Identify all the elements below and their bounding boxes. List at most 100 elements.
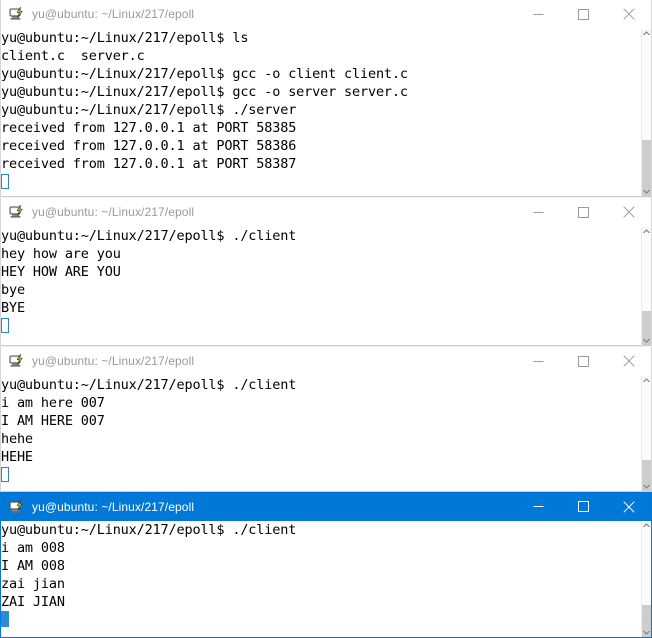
terminal-prompt-line[interactable]: [1, 611, 641, 629]
window-title: yu@ubuntu: ~/Linux/217/epoll: [32, 499, 195, 514]
window-client-2[interactable]: yu@ubuntu: ~/Linux/217/epoll yu@ubuntu:~/…: [0, 347, 652, 492]
maximize-icon: [578, 8, 589, 20]
terminal-line: yu@ubuntu:~/Linux/217/epoll$ ./client: [1, 522, 297, 538]
terminal-line: yu@ubuntu:~/Linux/217/epoll$ gcc -o clie…: [1, 66, 408, 82]
close-icon: [622, 206, 635, 218]
terminal-line: hey how are you: [1, 246, 121, 262]
terminal-body: yu@ubuntu:~/Linux/217/epoll$ ./client i a…: [1, 376, 651, 491]
titlebar[interactable]: yu@ubuntu: ~/Linux/217/epoll: [1, 0, 651, 29]
terminal-body: yu@ubuntu:~/Linux/217/epoll$ ./client i a…: [1, 521, 651, 637]
terminal-line: zai jian: [1, 576, 65, 592]
terminal-line: yu@ubuntu:~/Linux/217/epoll$ ./client: [1, 377, 297, 393]
putty-icon-glyph: [9, 353, 23, 367]
window-controls: [516, 0, 651, 29]
terminal-body: yu@ubuntu:~/Linux/217/epoll$ ./client hey…: [1, 227, 651, 345]
terminal-line: client.c server.c: [1, 48, 145, 64]
terminal-line: yu@ubuntu:~/Linux/217/epoll$ gcc -o serv…: [1, 84, 408, 100]
titlebar[interactable]: yu@ubuntu: ~/Linux/217/epoll: [1, 347, 651, 376]
minimize-icon: [533, 207, 544, 218]
maximize-icon: [578, 501, 589, 512]
close-button[interactable]: [606, 347, 651, 376]
window-title: yu@ubuntu: ~/Linux/217/epoll: [32, 7, 195, 21]
terminal-body: yu@ubuntu:~/Linux/217/epoll$ ls client.c …: [1, 29, 651, 196]
putty-icon-glyph: [9, 499, 23, 513]
terminal-line: I AM HERE 007: [1, 413, 105, 429]
scroll-down-arrow-icon[interactable]: [642, 187, 651, 196]
scrollbar-thumb[interactable]: [642, 233, 651, 311]
maximize-button[interactable]: [561, 198, 606, 227]
close-icon: [622, 500, 635, 513]
terminal-line: I AM 008: [1, 558, 65, 574]
scrollbar-thumb[interactable]: [642, 527, 651, 605]
putty-icon-glyph: [9, 6, 23, 20]
putty-icon: [9, 353, 25, 369]
window-title: yu@ubuntu: ~/Linux/217/epoll: [32, 354, 195, 368]
putty-icon: [9, 204, 25, 220]
terminal-prompt-line[interactable]: [1, 466, 641, 484]
maximize-icon: [578, 206, 589, 218]
window-client-1[interactable]: yu@ubuntu: ~/Linux/217/epoll yu@ubuntu:~/…: [0, 198, 652, 346]
putty-icon-glyph: [9, 204, 23, 218]
maximize-button[interactable]: [561, 0, 606, 29]
close-button[interactable]: [606, 492, 651, 521]
vertical-scrollbar[interactable]: [641, 521, 651, 637]
maximize-icon: [578, 355, 589, 367]
text-cursor: [1, 174, 9, 189]
titlebar[interactable]: yu@ubuntu: ~/Linux/217/epoll: [1, 198, 651, 227]
terminal-prompt-line[interactable]: [1, 173, 641, 191]
close-button[interactable]: [606, 0, 651, 29]
minimize-button[interactable]: [516, 492, 561, 521]
text-cursor: [1, 318, 9, 333]
putty-icon: [9, 6, 25, 22]
terminal-line: received from 127.0.0.1 at PORT 58387: [1, 156, 297, 172]
window-controls: [516, 492, 651, 521]
terminal-output[interactable]: yu@ubuntu:~/Linux/217/epoll$ ./client hey…: [1, 227, 641, 345]
terminal-line: received from 127.0.0.1 at PORT 58385: [1, 120, 297, 136]
text-cursor: [1, 467, 9, 482]
terminal-line: hehe: [1, 431, 33, 447]
close-button[interactable]: [606, 198, 651, 227]
window-controls: [516, 347, 651, 376]
scroll-down-arrow-icon[interactable]: [642, 628, 651, 637]
window-client-3[interactable]: yu@ubuntu: ~/Linux/217/epoll yu@ubuntu:~/…: [0, 492, 652, 638]
scroll-down-arrow-icon[interactable]: [642, 482, 651, 491]
terminal-output[interactable]: yu@ubuntu:~/Linux/217/epoll$ ./client i a…: [1, 521, 641, 637]
text-cursor: [1, 611, 9, 627]
terminal-output[interactable]: yu@ubuntu:~/Linux/217/epoll$ ls client.c …: [1, 29, 641, 196]
scroll-down-arrow-icon[interactable]: [642, 336, 651, 345]
minimize-icon: [533, 9, 544, 20]
terminal-line: yu@ubuntu:~/Linux/217/epoll$ ls: [1, 30, 249, 46]
maximize-button[interactable]: [561, 492, 606, 521]
minimize-icon: [533, 356, 544, 367]
putty-icon: [9, 499, 25, 515]
terminal-output[interactable]: yu@ubuntu:~/Linux/217/epoll$ ./client i a…: [1, 376, 641, 491]
maximize-button[interactable]: [561, 347, 606, 376]
terminal-line: BYE: [1, 300, 25, 316]
terminal-line: yu@ubuntu:~/Linux/217/epoll$ ./client: [1, 228, 297, 244]
minimize-icon: [533, 501, 544, 512]
terminal-line: HEY HOW ARE YOU: [1, 264, 121, 280]
minimize-button[interactable]: [516, 0, 561, 29]
terminal-line: ZAI JIAN: [1, 594, 65, 610]
scrollbar-thumb[interactable]: [642, 35, 651, 140]
terminal-line: i am 008: [1, 540, 65, 556]
window-server[interactable]: yu@ubuntu: ~/Linux/217/epoll yu@ubuntu:~/…: [0, 0, 652, 197]
minimize-button[interactable]: [516, 347, 561, 376]
window-title: yu@ubuntu: ~/Linux/217/epoll: [32, 205, 195, 219]
window-controls: [516, 198, 651, 227]
terminal-line: yu@ubuntu:~/Linux/217/epoll$ ./server: [1, 102, 297, 118]
vertical-scrollbar[interactable]: [641, 227, 651, 345]
titlebar[interactable]: yu@ubuntu: ~/Linux/217/epoll: [1, 492, 651, 521]
terminal-prompt-line[interactable]: [1, 317, 641, 335]
desktop-root: yu@ubuntu: ~/Linux/217/epoll yu@ubuntu:~/…: [0, 0, 652, 638]
terminal-line: bye: [1, 282, 25, 298]
terminal-line: received from 127.0.0.1 at PORT 58386: [1, 138, 297, 154]
close-icon: [622, 8, 635, 20]
terminal-line: i am here 007: [1, 395, 105, 411]
close-icon: [622, 355, 635, 367]
vertical-scrollbar[interactable]: [641, 29, 651, 196]
vertical-scrollbar[interactable]: [641, 376, 651, 491]
terminal-line: HEHE: [1, 449, 33, 465]
scrollbar-thumb[interactable]: [642, 382, 651, 460]
minimize-button[interactable]: [516, 198, 561, 227]
